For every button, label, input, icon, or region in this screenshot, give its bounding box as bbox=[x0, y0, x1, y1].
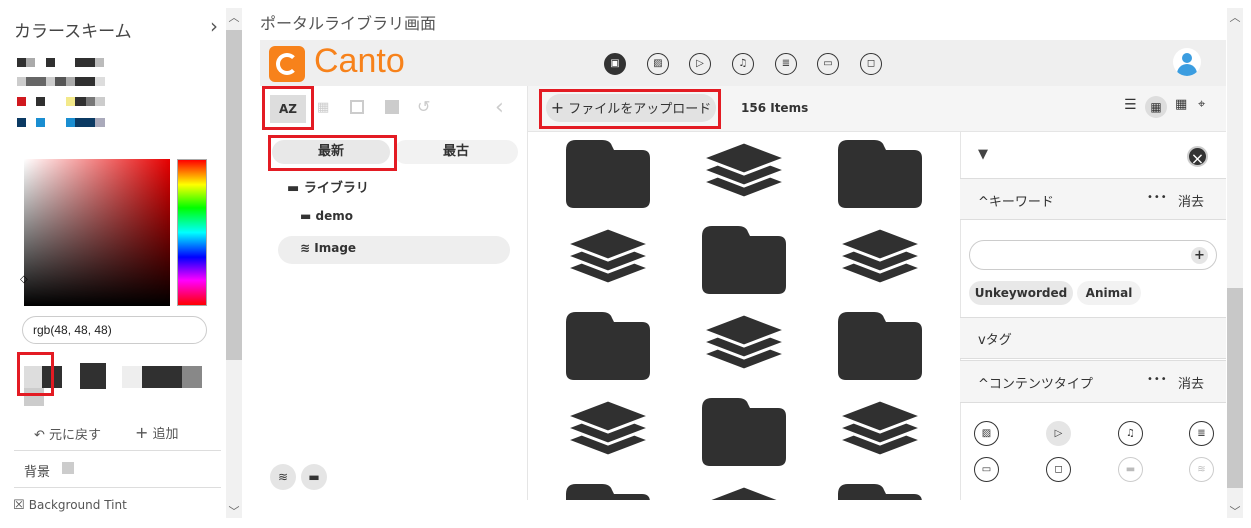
tint-label: Background Tint bbox=[28, 498, 127, 512]
tag-header[interactable]: vタグ bbox=[978, 329, 1012, 348]
add-keyword-icon[interactable]: + bbox=[1191, 247, 1208, 264]
keyword-search-input[interactable] bbox=[969, 240, 1217, 270]
chevron-down-icon: v bbox=[978, 333, 986, 348]
rgb-input[interactable] bbox=[22, 316, 207, 344]
chevron-up-icon: ^ bbox=[978, 195, 989, 210]
chip-unkeyworded[interactable]: Unkeyworded bbox=[969, 281, 1073, 305]
calendar-icon[interactable]: ▦ bbox=[317, 100, 329, 115]
folder-icon[interactable] bbox=[566, 484, 650, 500]
tab-oldest[interactable]: 最古 bbox=[394, 140, 518, 164]
stack-icon: ≋ bbox=[300, 241, 311, 255]
all-icon[interactable]: ▣ bbox=[604, 53, 626, 75]
map-view-icon[interactable]: ⌖ bbox=[1198, 97, 1205, 112]
scroll-down-icon[interactable]: ﹀ bbox=[1227, 503, 1243, 519]
stack-icon[interactable] bbox=[702, 484, 786, 500]
more-icon[interactable]: ••• bbox=[1147, 374, 1168, 385]
folder-icon[interactable] bbox=[838, 484, 922, 500]
mosaic-view-icon[interactable]: ▦ bbox=[1175, 97, 1187, 112]
saturation-picker[interactable] bbox=[24, 159, 170, 306]
other-icon[interactable]: ◻ bbox=[1046, 457, 1071, 482]
folder-icon[interactable]: ▬ bbox=[1118, 457, 1143, 482]
stack-icon[interactable]: ≋ bbox=[1189, 457, 1214, 482]
asset-grid-canvas bbox=[561, 140, 927, 500]
tree-item-label: Image bbox=[314, 241, 357, 255]
keyword-header[interactable]: ^キーワード bbox=[978, 191, 1054, 210]
more-icon[interactable]: ••• bbox=[1147, 192, 1168, 203]
hue-slider[interactable] bbox=[177, 159, 207, 306]
user-avatar[interactable] bbox=[1173, 48, 1201, 76]
collapse-icon[interactable]: ‹ bbox=[495, 95, 504, 120]
folder-icon: ▬ bbox=[300, 209, 312, 223]
highlight-box bbox=[268, 135, 397, 171]
close-icon[interactable]: × bbox=[1187, 146, 1208, 168]
right-scrollbar-thumb[interactable] bbox=[1227, 288, 1243, 488]
presentation-icon[interactable]: ▭ bbox=[974, 457, 999, 482]
tag-header-label: タグ bbox=[985, 333, 1012, 348]
undo-button[interactable]: ↶ 元に戻す bbox=[34, 424, 101, 443]
background-swatch[interactable] bbox=[62, 462, 74, 474]
filter-icon[interactable]: ▼ bbox=[978, 147, 988, 162]
add-icon: + bbox=[135, 423, 149, 442]
chevron-up-icon: ^ bbox=[978, 377, 989, 392]
keyword-clear-button[interactable]: 消去 bbox=[1178, 191, 1204, 210]
background-label: 背景 bbox=[24, 465, 51, 480]
highlight-box bbox=[539, 89, 721, 129]
color-scheme-panel: カラースキーム › ◇ rgb(48, 48, 48) ↶ 元に戻す + 追加 … bbox=[0, 0, 226, 528]
picker-cursor[interactable]: ◇ bbox=[20, 274, 28, 285]
content-type-header-label: コンテンツタイプ bbox=[988, 377, 1093, 392]
layout-icon[interactable] bbox=[350, 100, 364, 114]
tree-item-library[interactable]: ▬ ライブラリ bbox=[287, 177, 369, 196]
tree-item-image-label[interactable]: ≋ Image bbox=[300, 241, 356, 255]
refresh-icon[interactable]: ↺ bbox=[417, 97, 430, 116]
panel-title: カラースキーム bbox=[14, 22, 132, 42]
audio-icon[interactable]: ♫ bbox=[1118, 421, 1143, 446]
folder-icon[interactable] bbox=[838, 312, 922, 380]
folder-icon: ▬ bbox=[287, 181, 300, 196]
left-scrollbar-thumb[interactable] bbox=[226, 30, 242, 360]
list-view-icon[interactable]: ☰ bbox=[1124, 97, 1137, 113]
grid-view-icon[interactable]: ▦ bbox=[1145, 96, 1167, 118]
brand-name: Canto bbox=[314, 42, 405, 80]
folder-icon[interactable] bbox=[838, 140, 922, 208]
background-tint-toggle[interactable]: ☒ Background Tint bbox=[13, 498, 127, 513]
scroll-up-icon[interactable]: ︿ bbox=[226, 9, 242, 25]
other-icon[interactable]: ◻ bbox=[860, 53, 882, 75]
folder-icon[interactable] bbox=[566, 312, 650, 380]
keyword-header-label: キーワード bbox=[988, 195, 1054, 210]
scroll-down-icon[interactable]: ﹀ bbox=[226, 503, 242, 519]
add-button[interactable]: + 追加 bbox=[135, 423, 179, 442]
folder-icon[interactable] bbox=[702, 226, 786, 294]
canto-logo-icon[interactable] bbox=[269, 46, 305, 82]
list-layout-icon[interactable] bbox=[385, 100, 399, 114]
tree-item-demo[interactable]: ▬ demo bbox=[300, 209, 353, 223]
tree-item-label: ライブラリ bbox=[303, 181, 369, 196]
image-icon[interactable]: ▨ bbox=[974, 421, 999, 446]
video-icon[interactable]: ▷ bbox=[1046, 421, 1071, 446]
checkbox-icon: ☒ bbox=[13, 498, 25, 513]
folder-icon[interactable] bbox=[566, 140, 650, 208]
stack-icon[interactable]: ≋ bbox=[270, 464, 296, 490]
folder-icon[interactable] bbox=[702, 398, 786, 466]
document-icon[interactable]: ≣ bbox=[1189, 421, 1214, 446]
presentation-icon[interactable]: ▭ bbox=[817, 53, 839, 75]
chevron-right-icon[interactable]: › bbox=[210, 14, 218, 38]
content-type-header[interactable]: ^コンテンツタイプ bbox=[978, 373, 1093, 392]
highlight-box bbox=[262, 86, 314, 130]
video-icon[interactable]: ▷ bbox=[689, 53, 711, 75]
content-type-clear-button[interactable]: 消去 bbox=[1178, 373, 1204, 392]
image-icon[interactable]: ▨ bbox=[647, 53, 669, 75]
undo-icon: ↶ bbox=[34, 428, 45, 443]
highlight-box bbox=[17, 352, 54, 396]
audio-icon[interactable]: ♫ bbox=[732, 53, 754, 75]
scroll-up-icon[interactable]: ︿ bbox=[1227, 9, 1243, 25]
page-title: ポータルライブラリ画面 bbox=[260, 14, 437, 33]
item-count: 156 Items bbox=[741, 101, 809, 115]
asset-grid bbox=[528, 132, 960, 500]
chip-animal[interactable]: Animal bbox=[1077, 281, 1141, 305]
document-icon[interactable]: ≣ bbox=[775, 53, 797, 75]
undo-label: 元に戻す bbox=[49, 428, 102, 443]
folder-icon[interactable]: ▬ bbox=[301, 464, 327, 490]
add-label: 追加 bbox=[152, 427, 179, 442]
tree-item-label: demo bbox=[315, 209, 354, 223]
